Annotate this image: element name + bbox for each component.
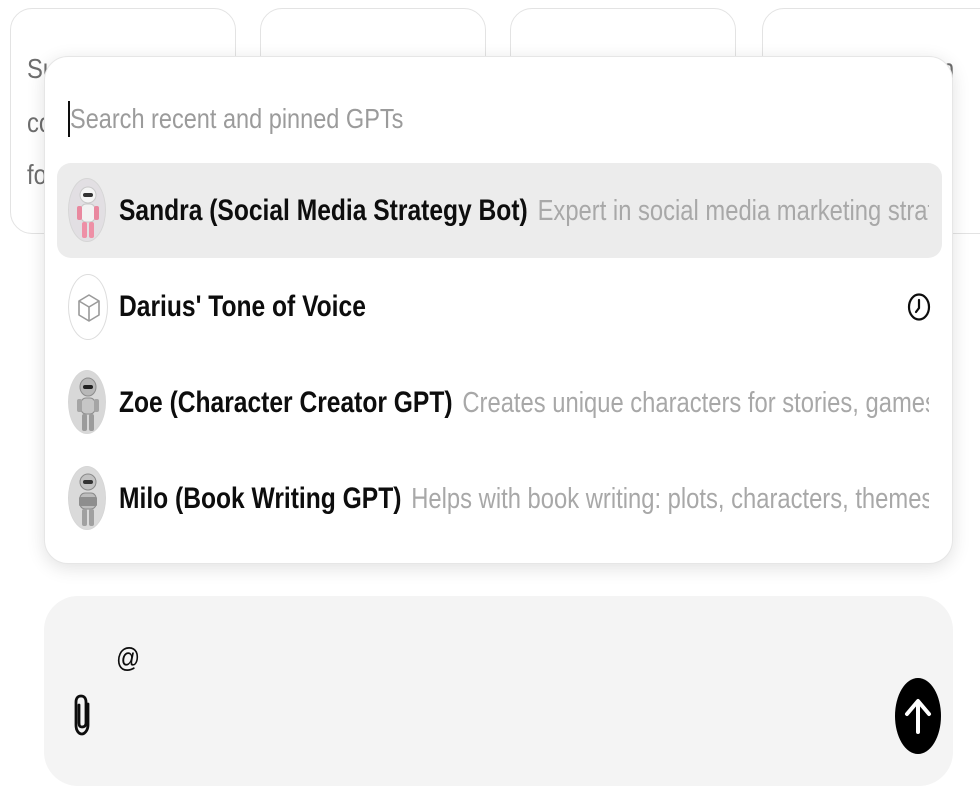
gpt-item-sandra[interactable]: Sandra (Social Media Strategy Bot) Expert…: [57, 163, 942, 258]
robot-pink-avatar: [68, 178, 106, 242]
gpt-name: Zoe (Character Creator GPT): [119, 386, 453, 419]
message-composer[interactable]: @: [44, 596, 953, 786]
gpt-picker-popup: Sandra (Social Media Strategy Bot) Expert…: [44, 56, 953, 564]
gpt-item-milo[interactable]: Milo (Book Writing GPT) Helps with book w…: [57, 451, 942, 546]
gpt-search-row: [67, 97, 927, 141]
robot-reading-avatar: [68, 466, 106, 530]
send-button[interactable]: [895, 678, 941, 754]
paperclip-icon[interactable]: [68, 692, 98, 738]
gpt-description: Expert in social media marketing strateg…: [537, 195, 929, 227]
gpt-description: Creates unique characters for stories, g…: [462, 387, 929, 419]
clock-icon: [907, 293, 931, 321]
gpt-name: Sandra (Social Media Strategy Bot): [119, 194, 528, 227]
cube-icon: [68, 274, 108, 340]
gpt-search-input[interactable]: [70, 97, 759, 141]
gpt-name: Darius' Tone of Voice: [119, 290, 366, 323]
gpt-item-darius[interactable]: Darius' Tone of Voice: [57, 259, 942, 354]
arrow-up-icon: [905, 699, 931, 734]
composer-input-text[interactable]: @: [116, 642, 140, 674]
gpt-description: Helps with book writing: plots, characte…: [411, 483, 929, 515]
gpt-name: Milo (Book Writing GPT): [119, 482, 402, 515]
gpt-item-zoe[interactable]: Zoe (Character Creator GPT) Creates uniqu…: [57, 355, 942, 450]
robot-silver-avatar: [68, 370, 106, 434]
